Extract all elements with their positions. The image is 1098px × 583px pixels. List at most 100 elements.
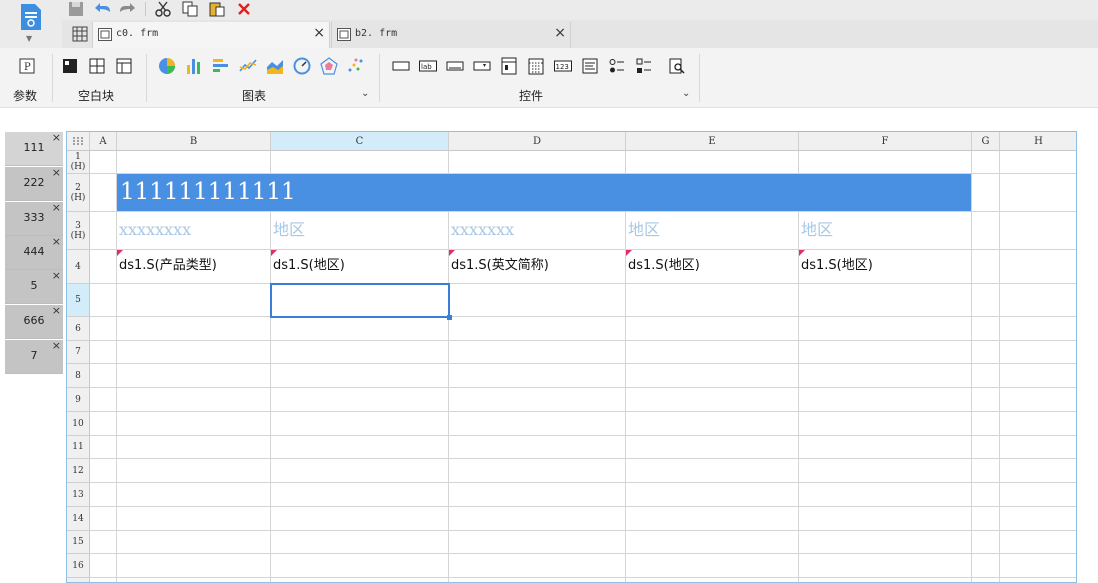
pie-chart-icon[interactable] (157, 56, 177, 76)
sheet-tab[interactable]: 7 × (5, 339, 63, 374)
app-menu-dropdown-icon[interactable]: ▼ (26, 34, 32, 43)
row-header[interactable] (67, 578, 90, 582)
header-cell-d3[interactable]: xxxxxxx (449, 212, 625, 249)
close-icon[interactable]: × (52, 269, 61, 282)
data-cell-f4[interactable]: ds1.S(地区) (799, 250, 971, 283)
expand-marker-icon (271, 250, 277, 256)
title-banner-cell[interactable]: 111111111111 (117, 174, 971, 211)
row-header[interactable]: 14 (67, 507, 90, 531)
column-header-c[interactable]: C (271, 132, 449, 151)
header-cell-c3[interactable]: 地区 (271, 212, 448, 249)
row-header[interactable]: 8 (67, 364, 90, 388)
selected-cell-c5[interactable] (270, 283, 450, 318)
close-icon[interactable]: × (52, 339, 61, 352)
button-widget-icon[interactable] (445, 56, 465, 76)
data-cell-c4[interactable]: ds1.S(地区) (271, 250, 448, 283)
chevron-down-icon[interactable]: ⌄ (682, 88, 690, 99)
ribbon-group-widget: 控件 (519, 89, 544, 103)
bar-chart-icon[interactable] (184, 56, 204, 76)
close-icon[interactable]: × (52, 201, 61, 214)
tab-c0[interactable]: c0. frm × (92, 22, 330, 48)
row-header[interactable]: 12 (67, 459, 90, 483)
header-cell-b3[interactable]: xxxxxxxx (117, 212, 270, 249)
column-header-a[interactable]: A (90, 132, 117, 151)
close-icon[interactable]: × (554, 25, 566, 41)
row-header[interactable]: 1 (H) (67, 151, 90, 174)
absolute-layout-icon[interactable] (60, 56, 80, 76)
row-header[interactable]: 15 (67, 531, 90, 554)
line-chart-icon[interactable] (238, 56, 258, 76)
column-header-h[interactable]: H (1000, 132, 1076, 151)
number-widget-icon[interactable]: 123 (553, 56, 573, 76)
sheet-tab-empty-area (5, 374, 63, 583)
checkbox-group-widget-icon[interactable] (634, 56, 654, 76)
split-layout-icon[interactable] (87, 56, 107, 76)
close-icon[interactable]: × (52, 304, 61, 317)
row-header[interactable]: 2 (H) (67, 174, 90, 212)
row-header[interactable]: 11 (67, 436, 90, 459)
list-widget-icon[interactable] (499, 56, 519, 76)
row-header[interactable]: 3 (H) (67, 212, 90, 250)
svg-text:lab: lab (421, 63, 432, 71)
column-header-f[interactable]: F (799, 132, 972, 151)
tab-layout-icon[interactable] (114, 56, 134, 76)
sheet-tab[interactable]: 222 × (5, 166, 63, 201)
tab-b2[interactable]: b2. frm × (331, 22, 571, 48)
header-cell-f3[interactable]: 地区 (799, 212, 971, 249)
close-icon[interactable]: × (313, 25, 325, 41)
row-header[interactable]: 13 (67, 483, 90, 507)
sheet-tab[interactable]: 111 × (5, 131, 63, 166)
tab-label: c0. frm (116, 28, 159, 39)
column-header-g[interactable]: G (972, 132, 1000, 151)
query-button-icon[interactable] (667, 56, 687, 76)
radar-chart-icon[interactable] (319, 56, 339, 76)
file-tab-bar: c0. frm × b2. frm × (62, 20, 1098, 48)
area-chart-icon[interactable] (265, 56, 285, 76)
column-header-d[interactable]: D (449, 132, 626, 151)
sheet-tab[interactable]: 5 × (5, 269, 63, 304)
parameter-icon[interactable]: P (17, 56, 37, 76)
row-header[interactable]: 10 (67, 412, 90, 436)
data-cell-b4[interactable]: ds1.S(产品类型) (117, 250, 270, 283)
row-header[interactable]: 9 (67, 388, 90, 412)
new-report-icon[interactable] (72, 26, 88, 42)
horizontal-bar-chart-icon[interactable] (211, 56, 231, 76)
textarea-widget-icon[interactable] (580, 56, 600, 76)
undo-icon[interactable] (91, 0, 113, 18)
fill-handle[interactable] (447, 315, 452, 320)
scatter-chart-icon[interactable] (346, 56, 366, 76)
chevron-down-icon[interactable]: ⌄ (361, 88, 369, 99)
column-header-b[interactable]: B (117, 132, 271, 151)
data-cell-e4[interactable]: ds1.S(地区) (626, 250, 798, 283)
date-widget-icon[interactable] (526, 56, 546, 76)
cut-icon[interactable] (152, 0, 174, 18)
select-all-corner[interactable] (67, 132, 90, 151)
dropdown-widget-icon[interactable] (472, 56, 492, 76)
row-header[interactable]: 7 (67, 341, 90, 364)
copy-icon[interactable] (179, 0, 201, 18)
delete-icon[interactable] (233, 0, 255, 18)
row-header[interactable]: 16 (67, 554, 90, 578)
close-icon[interactable]: × (52, 166, 61, 179)
gauge-chart-icon[interactable] (292, 56, 312, 76)
row-header[interactable]: 5 (67, 284, 90, 317)
row-header[interactable]: 4 (67, 250, 90, 284)
close-icon[interactable]: × (52, 235, 61, 248)
header-cell-e3[interactable]: 地区 (626, 212, 798, 249)
sheet-tab[interactable]: 666 × (5, 304, 63, 339)
data-cell-d4[interactable]: ds1.S(英文简称) (449, 250, 625, 283)
app-menu-icon[interactable] (19, 4, 43, 32)
column-header-e[interactable]: E (626, 132, 799, 151)
text-widget-icon[interactable] (391, 56, 411, 76)
spreadsheet-grid[interactable]: A B C D E F G H 1 (H) 2 (H) 3 (H) 4 5 6 … (66, 131, 1077, 583)
sheet-tab[interactable]: 333 × (5, 201, 63, 236)
radio-group-widget-icon[interactable] (607, 56, 627, 76)
paste-icon[interactable] (206, 0, 228, 18)
sheet-tab[interactable]: 444 × (5, 235, 63, 270)
label-widget-icon[interactable]: lab (418, 56, 438, 76)
cell-expression: ds1.S(英文简称) (451, 258, 549, 273)
save-icon[interactable] (65, 0, 87, 18)
close-icon[interactable]: × (52, 131, 61, 144)
redo-icon[interactable] (117, 0, 139, 18)
row-header[interactable]: 6 (67, 317, 90, 341)
